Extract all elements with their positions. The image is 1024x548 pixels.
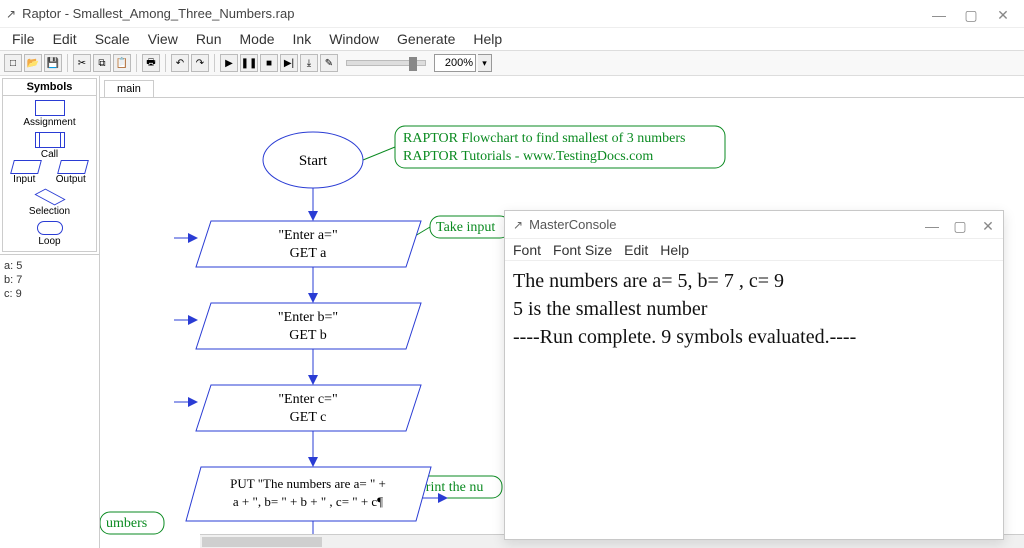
annotation-header-line2: RAPTOR Tutorials - www.TestingDocs.com	[403, 149, 653, 164]
maximize-button[interactable]: ▢	[964, 7, 978, 21]
input-a-l1: "Enter a="	[278, 228, 337, 243]
menu-mode[interactable]: Mode	[232, 29, 283, 49]
var-b: b: 7	[4, 273, 95, 287]
mc-app-icon: ↗	[513, 218, 523, 232]
symbol-input-label: Input	[13, 174, 35, 185]
input-b-l2: GET b	[289, 328, 326, 343]
symbol-call[interactable]	[3, 132, 96, 148]
sidebar: Symbols Assignment Call Input Output Sel…	[0, 76, 100, 548]
input-c-l1: "Enter c="	[278, 392, 337, 407]
mc-maximize[interactable]: ▢	[953, 218, 967, 232]
symbol-call-label: Call	[3, 149, 96, 160]
mc-menubar: Font Font Size Edit Help	[505, 239, 1003, 261]
main-titlebar: ↗ Raptor - Smallest_Among_Three_Numbers.…	[0, 0, 1024, 28]
menu-run[interactable]: Run	[188, 29, 230, 49]
mc-line-3: ----Run complete. 9 symbols evaluated.--…	[513, 323, 995, 351]
mc-menu-fontsize[interactable]: Font Size	[553, 242, 612, 258]
mc-line-2: 5 is the smallest number	[513, 295, 995, 323]
mc-line-1: The numbers are a= 5, b= 7 , c= 9	[513, 267, 995, 295]
app-icon: ↗	[6, 7, 16, 21]
menu-generate[interactable]: Generate	[389, 29, 463, 49]
symbol-assignment[interactable]	[3, 100, 96, 116]
toolbar-sep4	[214, 54, 215, 72]
annotation-numbers: umbers	[106, 516, 147, 531]
tool-print[interactable]: 🖶	[142, 54, 160, 72]
mc-close[interactable]: ✕	[981, 218, 995, 232]
toolbar-sep3	[165, 54, 166, 72]
symbol-loop[interactable]	[3, 221, 96, 235]
toolbar-sep1	[67, 54, 68, 72]
tool-stop[interactable]: ■	[260, 54, 278, 72]
symbol-output[interactable]	[59, 160, 87, 174]
mc-output: The numbers are a= 5, b= 7 , c= 9 5 is t…	[505, 261, 1003, 357]
zoom-level[interactable]: 200%	[434, 54, 476, 72]
main-menubar: File Edit Scale View Run Mode Ink Window…	[0, 28, 1024, 50]
menu-ink[interactable]: Ink	[285, 29, 320, 49]
symbol-input[interactable]	[12, 160, 40, 174]
symbols-panel: Symbols Assignment Call Input Output Sel…	[2, 78, 97, 252]
window-controls: — ▢ ✕	[932, 7, 1010, 21]
put-l2: a + ", b= " + b + " , c= " + c¶	[233, 494, 383, 509]
tool-open[interactable]: 📂	[24, 54, 42, 72]
mc-titlebar[interactable]: ↗ MasterConsole — ▢ ✕	[505, 211, 1003, 239]
mc-menu-help[interactable]: Help	[660, 242, 689, 258]
tool-pen[interactable]: ✎	[320, 54, 338, 72]
toolbar-sep2	[136, 54, 137, 72]
tool-redo[interactable]: ↷	[191, 54, 209, 72]
toolbar: □ 📂 💾 ✂ ⧉ 📋 🖶 ↶ ↷ ▶ ❚❚ ■ ▶| ⤓ ✎ 200% ▾	[0, 50, 1024, 76]
annotation-print: Print the nu	[418, 480, 483, 495]
window-title: Raptor - Smallest_Among_Three_Numbers.ra…	[22, 6, 932, 21]
variables-panel: a: 5 b: 7 c: 9	[0, 254, 99, 548]
start-label: Start	[299, 153, 328, 169]
tab-bar: main	[100, 76, 1024, 98]
tool-step[interactable]: ▶|	[280, 54, 298, 72]
symbol-loop-label: Loop	[3, 236, 96, 247]
zoom-dropdown[interactable]: ▾	[478, 54, 492, 72]
menu-file[interactable]: File	[4, 29, 43, 49]
menu-help[interactable]: Help	[465, 29, 510, 49]
annotation-header-leader	[363, 147, 395, 160]
annotation-takeinput: Take input	[436, 220, 495, 235]
symbols-header: Symbols	[3, 79, 96, 96]
menu-scale[interactable]: Scale	[87, 29, 138, 49]
mc-menu-font[interactable]: Font	[513, 242, 541, 258]
input-a-l2: GET a	[290, 246, 327, 261]
tool-new[interactable]: □	[4, 54, 22, 72]
tool-step2[interactable]: ⤓	[300, 54, 318, 72]
minimize-button[interactable]: —	[932, 7, 946, 21]
symbol-selection[interactable]	[3, 189, 96, 205]
zoom-slider[interactable]	[346, 60, 426, 66]
menu-edit[interactable]: Edit	[45, 29, 85, 49]
var-c: c: 9	[4, 287, 95, 301]
tool-cut[interactable]: ✂	[73, 54, 91, 72]
tool-paste[interactable]: 📋	[113, 54, 131, 72]
input-c-l2: GET c	[290, 410, 327, 425]
mc-menu-edit[interactable]: Edit	[624, 242, 648, 258]
tool-undo[interactable]: ↶	[171, 54, 189, 72]
tool-play[interactable]: ▶	[220, 54, 238, 72]
var-a: a: 5	[4, 259, 95, 273]
input-b-l1: "Enter b="	[278, 310, 338, 325]
zoom-slider-thumb[interactable]	[409, 57, 417, 71]
annotation-header-line1: RAPTOR Flowchart to find smallest of 3 n…	[403, 131, 685, 146]
mc-title: MasterConsole	[529, 217, 616, 232]
tab-main[interactable]: main	[104, 80, 154, 97]
h-scroll-thumb[interactable]	[202, 537, 322, 547]
tool-copy[interactable]: ⧉	[93, 54, 111, 72]
put-l1: PUT "The numbers are a= " +	[230, 476, 386, 491]
symbol-assignment-label: Assignment	[3, 117, 96, 128]
mc-minimize[interactable]: —	[925, 218, 939, 232]
menu-window[interactable]: Window	[321, 29, 387, 49]
masterconsole-window[interactable]: ↗ MasterConsole — ▢ ✕ Font Font Size Edi…	[504, 210, 1004, 540]
menu-view[interactable]: View	[140, 29, 186, 49]
symbol-selection-label: Selection	[3, 206, 96, 217]
close-button[interactable]: ✕	[996, 7, 1010, 21]
symbol-output-label: Output	[56, 174, 86, 185]
tool-pause[interactable]: ❚❚	[240, 54, 258, 72]
tool-save[interactable]: 💾	[44, 54, 62, 72]
